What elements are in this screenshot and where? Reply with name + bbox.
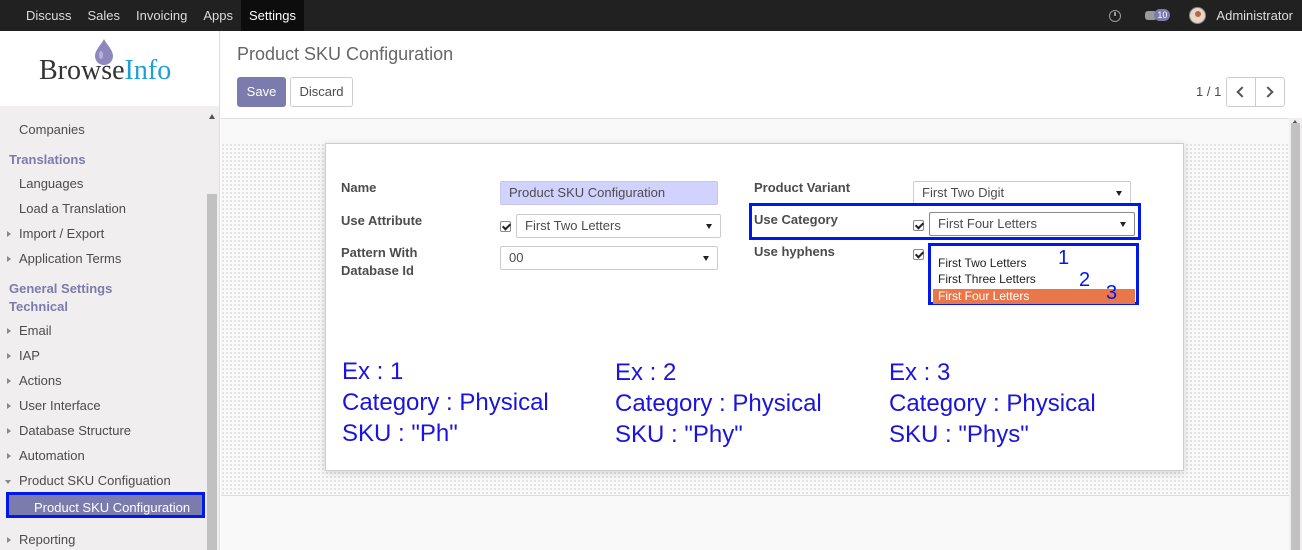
- sidebar-scrollbar[interactable]: [206, 109, 219, 550]
- pager-previous-button[interactable]: [1226, 77, 1256, 107]
- example-2-title: Ex : 2: [615, 359, 677, 386]
- sidebar-scroll-thumb[interactable]: [207, 194, 217, 550]
- messages-icon[interactable]: 10: [1145, 8, 1171, 23]
- annotation-number-2: 2: [1079, 269, 1091, 291]
- use-category-label: Use Category: [754, 212, 838, 227]
- example-2-sku: SKU : "Phy": [615, 421, 743, 448]
- use-hyphens-label: Use hyphens: [754, 244, 835, 259]
- logo-browse: Browse: [39, 55, 125, 86]
- name-input[interactable]: Product SKU Configuration: [500, 181, 718, 205]
- use-category-checkbox[interactable]: [913, 220, 924, 231]
- sidebar-item-email[interactable]: Email: [0, 323, 205, 338]
- dropdown-option-first-three[interactable]: First Three Letters: [938, 272, 1036, 287]
- logo-text: BrowseInfo: [39, 55, 171, 87]
- product-variant-select[interactable]: First Two Digit: [913, 181, 1131, 205]
- example-1-title: Ex : 1: [342, 358, 404, 385]
- systray: 10 Administrator: [1109, 0, 1293, 31]
- sidebar-header-general-settings[interactable]: General Settings: [0, 281, 205, 296]
- discard-button[interactable]: Discard: [290, 77, 353, 107]
- product-variant-label: Product Variant: [754, 180, 851, 195]
- menu-sales[interactable]: Sales: [80, 0, 129, 31]
- scroll-up-arrow-icon[interactable]: [209, 114, 215, 119]
- page-title: Product SKU Configuration: [237, 44, 454, 64]
- sidebar-item-companies[interactable]: Companies: [0, 122, 205, 137]
- menu-discuss[interactable]: Discuss: [18, 0, 80, 31]
- example-1-category: Category : Physical: [342, 389, 549, 416]
- dropdown-option-first-two[interactable]: First Two Letters: [938, 256, 1026, 271]
- sidebar-item-import-export[interactable]: Import / Export: [0, 226, 205, 241]
- menu-settings[interactable]: Settings: [241, 0, 304, 31]
- sidebar-item-actions[interactable]: Actions: [0, 373, 205, 388]
- message-count-badge: 10: [1154, 8, 1171, 21]
- pattern-select[interactable]: 00: [500, 246, 718, 270]
- sidebar-item-user-interface[interactable]: User Interface: [0, 398, 205, 413]
- chatter-area: [221, 495, 1289, 550]
- menu-invoicing[interactable]: Invoicing: [128, 0, 195, 31]
- sidebar-item-languages[interactable]: Languages: [0, 176, 205, 191]
- use-attribute-label: Use Attribute: [341, 213, 423, 228]
- sidebar-header-technical[interactable]: Technical: [0, 299, 205, 314]
- sidebar-header-translations[interactable]: Translations: [0, 152, 205, 167]
- use-category-dropdown: First Two Letters First Three Letters Fi…: [928, 243, 1139, 305]
- use-hyphens-checkbox[interactable]: [913, 249, 924, 260]
- logo-info: Info: [124, 55, 172, 86]
- use-attribute-select[interactable]: First Two Letters: [516, 214, 721, 238]
- sidebar-item-automation[interactable]: Automation: [0, 448, 205, 463]
- sidebar-item-product-sku-configuration[interactable]: Product SKU Configuration: [6, 492, 205, 518]
- name-label: Name: [341, 180, 377, 195]
- logo-divider: [0, 106, 205, 110]
- app-menu: Discuss Sales Invoicing Apps Settings: [18, 0, 304, 31]
- sidebar-item-database-structure[interactable]: Database Structure: [0, 423, 205, 438]
- menu-apps[interactable]: Apps: [195, 0, 241, 31]
- activity-clock-icon[interactable]: [1109, 9, 1122, 22]
- pager-value: 1 / 1: [1196, 84, 1222, 99]
- user-menu[interactable]: Administrator: [1216, 8, 1293, 23]
- use-attribute-checkbox[interactable]: [500, 221, 511, 232]
- example-2: Ex : 2 Category : Physical SKU : "Phy": [615, 357, 822, 450]
- use-category-select[interactable]: First Four Letters: [929, 212, 1135, 236]
- example-3-title: Ex : 3: [889, 359, 951, 386]
- dropdown-option-first-four[interactable]: First Four Letters: [933, 289, 1135, 304]
- sidebar-item-reporting[interactable]: Reporting: [0, 532, 205, 547]
- example-1-sku: SKU : "Ph": [342, 420, 458, 447]
- example-3: Ex : 3 Category : Physical SKU : "Phys": [889, 357, 1096, 450]
- example-3-sku: SKU : "Phys": [889, 421, 1029, 448]
- sidebar: BrowseInfo Companies Translations Langua…: [0, 31, 220, 550]
- pager-next-button[interactable]: [1255, 77, 1285, 107]
- sidebar-item-product-sku-configuation[interactable]: Product SKU Configuation: [0, 473, 205, 488]
- company-logo: BrowseInfo: [0, 31, 219, 106]
- pattern-label-line1: Pattern With: [341, 245, 418, 260]
- example-2-category: Category : Physical: [615, 390, 822, 417]
- content-scroll-thumb[interactable]: [1291, 123, 1300, 550]
- annotation-number-3: 3: [1106, 282, 1118, 304]
- user-avatar[interactable]: [1189, 7, 1207, 24]
- example-1: Ex : 1 Category : Physical SKU : "Ph": [342, 356, 549, 449]
- top-navbar: Discuss Sales Invoicing Apps Settings 10…: [0, 0, 1302, 31]
- content-scrollbar[interactable]: [1289, 118, 1302, 550]
- example-3-category: Category : Physical: [889, 390, 1096, 417]
- annotation-number-1: 1: [1058, 247, 1070, 269]
- sidebar-item-application-terms[interactable]: Application Terms: [0, 251, 205, 266]
- sidebar-item-iap[interactable]: IAP: [0, 348, 205, 363]
- pattern-label-line2: Database Id: [341, 263, 414, 278]
- sidebar-item-load-translation[interactable]: Load a Translation: [0, 201, 205, 216]
- save-button[interactable]: Save: [237, 77, 286, 107]
